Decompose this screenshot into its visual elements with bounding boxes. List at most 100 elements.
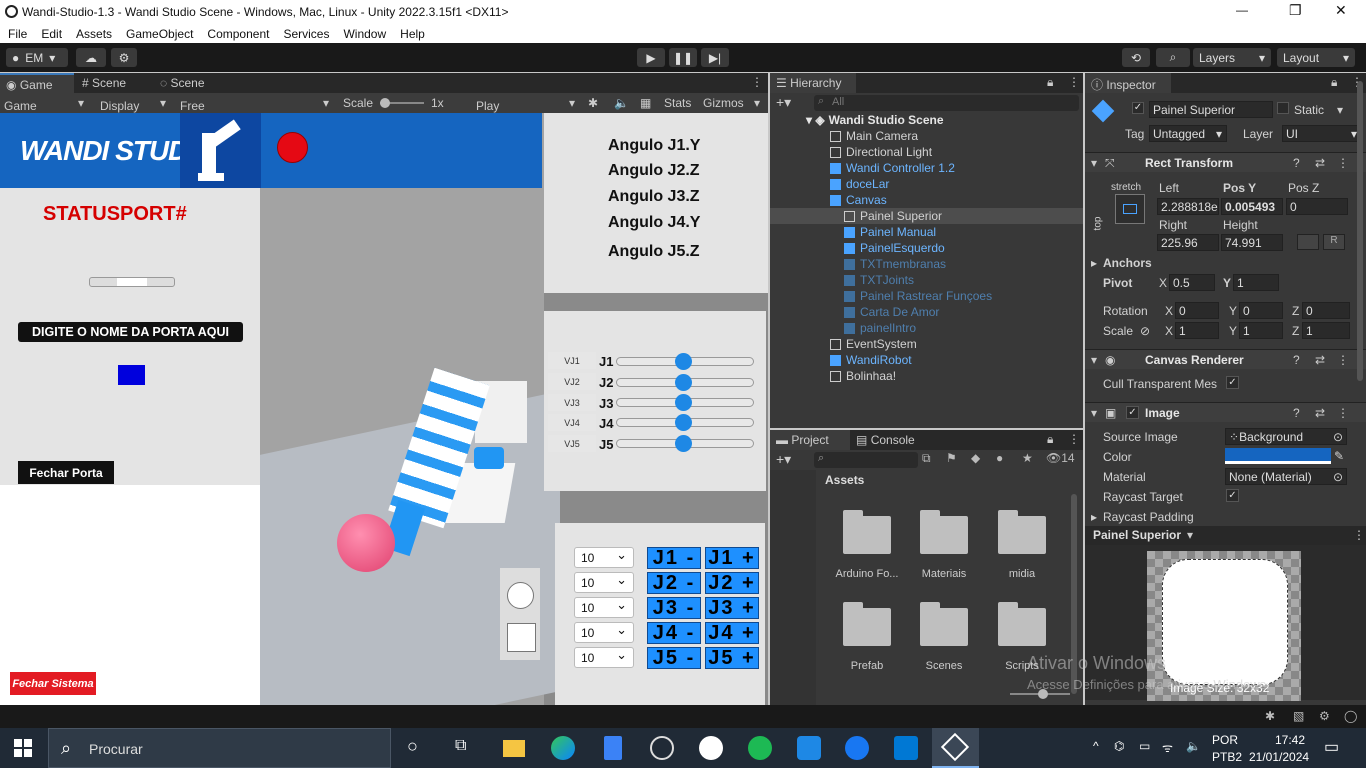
j4-minus-button[interactable]: J4 - xyxy=(647,622,701,644)
filter-icon[interactable]: ⧉ xyxy=(922,451,931,466)
image-enabled-checkbox[interactable]: ✓ xyxy=(1126,406,1139,419)
posy-field[interactable]: 0.005493 xyxy=(1221,198,1283,215)
scale-y-field[interactable]: 1 xyxy=(1239,322,1283,339)
folder-icon[interactable] xyxy=(843,602,891,646)
image-component-header[interactable]: ▾ ▣ ✓ Image ? ⇄ ⋮ xyxy=(1085,402,1366,422)
hierarchy-item[interactable]: Main Camera xyxy=(830,128,918,144)
slider-knob-j3[interactable] xyxy=(675,394,692,411)
stats-button[interactable]: Stats xyxy=(664,96,691,110)
folder-icon[interactable] xyxy=(843,510,891,554)
tab-project[interactable]: ▬ Project xyxy=(770,430,850,450)
volume-icon[interactable]: 🔈 xyxy=(1186,739,1201,753)
posz-field[interactable]: 0 xyxy=(1286,198,1348,215)
static-checkbox[interactable] xyxy=(1277,102,1289,114)
hierarchy-item[interactable]: Painel Rastrear Funçoes xyxy=(844,288,992,304)
scale-z-field[interactable]: 1 xyxy=(1302,322,1350,339)
audio-icon[interactable]: 🔈 xyxy=(614,96,629,110)
folder-icon[interactable] xyxy=(998,510,1046,554)
file-explorer-icon[interactable] xyxy=(503,740,525,757)
j2-plus-button[interactable]: J2 + xyxy=(705,572,759,594)
source-image-field[interactable]: ⁘Background xyxy=(1225,428,1347,445)
j2-minus-button[interactable]: J2 - xyxy=(647,572,701,594)
help-icon[interactable]: ? xyxy=(1293,156,1300,170)
slider-knob-j2[interactable] xyxy=(675,374,692,391)
j1-minus-button[interactable]: J1 - xyxy=(647,547,701,569)
j5-minus-button[interactable]: J5 - xyxy=(647,647,701,669)
hidden-count[interactable]: 👁︎14 xyxy=(1046,451,1075,465)
object-picker-icon[interactable]: ⊙ xyxy=(1333,430,1343,444)
minimize-button[interactable]: — xyxy=(1236,3,1248,17)
slider-knob-j4[interactable] xyxy=(675,414,692,431)
step-dropdown-j5[interactable]: 10 xyxy=(574,647,634,668)
hierarchy-item[interactable]: WandiRobot xyxy=(830,352,912,368)
rect-transform-header[interactable]: ▾ ⤧ Rect Transform ? ⇄ ⋮ xyxy=(1085,152,1366,172)
cortana-icon[interactable]: ○ xyxy=(407,736,418,757)
hierarchy-item[interactable]: Wandi Controller 1.2 xyxy=(830,160,955,176)
clock-date[interactable]: 21/01/2024 xyxy=(1249,750,1309,764)
whatsapp-icon[interactable] xyxy=(699,736,723,760)
object-name-field[interactable]: Painel Superior xyxy=(1149,101,1273,118)
step-dropdown-j4[interactable]: 10 xyxy=(574,622,634,643)
tab-console[interactable]: ▤ Console xyxy=(856,433,915,447)
hierarchy-item[interactable]: Carta De Amor xyxy=(844,304,939,320)
tab-game[interactable]: ◉ Game xyxy=(0,73,74,93)
hierarchy-item[interactable]: Bolinhaa! xyxy=(830,368,896,384)
folder-prefab[interactable]: Prefab xyxy=(827,660,907,672)
lang-secondary[interactable]: PTB2 xyxy=(1212,750,1242,764)
tab-scene[interactable]: # Scene xyxy=(82,76,126,90)
more-icon[interactable]: ⋮ xyxy=(1337,406,1349,420)
preview-header[interactable]: Painel Superior ▾ ⋮ xyxy=(1085,526,1366,545)
menu-services[interactable]: Services xyxy=(283,27,329,41)
folder-arduino[interactable]: Arduino Fo... xyxy=(827,568,907,580)
slider-knob-j5[interactable] xyxy=(675,435,692,452)
rotation-z-field[interactable]: 0 xyxy=(1302,302,1350,319)
more-icon[interactable]: ⋮ xyxy=(1068,432,1080,446)
folder-icon[interactable] xyxy=(920,510,968,554)
hierarchy-item[interactable]: TXTJoints xyxy=(844,272,914,288)
lang-primary[interactable]: POR xyxy=(1212,733,1238,747)
hierarchy-item[interactable]: TXTmembranas xyxy=(844,256,946,272)
folder-tree[interactable] xyxy=(770,470,816,705)
more-icon[interactable]: ⋮ xyxy=(1068,75,1080,89)
menu-file[interactable]: File xyxy=(8,27,27,41)
hierarchy-item[interactable]: doceLar xyxy=(830,176,889,192)
square-button[interactable] xyxy=(507,623,536,652)
warning-icon[interactable]: ● xyxy=(996,451,1003,465)
folder-midia[interactable]: midia xyxy=(982,568,1062,580)
blueprint-button[interactable] xyxy=(1297,234,1319,250)
preset-icon[interactable]: ⇄ xyxy=(1315,353,1325,367)
hierarchy-item[interactable]: Canvas xyxy=(830,192,887,208)
left-field[interactable]: 2.288818e xyxy=(1157,198,1219,215)
chevron-up-icon[interactable]: ^ xyxy=(1093,739,1099,753)
active-checkbox[interactable]: ✓ xyxy=(1132,102,1144,114)
inspector-scrollbar[interactable] xyxy=(1357,81,1363,381)
scale-x-field[interactable]: 1 xyxy=(1175,322,1219,339)
scale-knob[interactable] xyxy=(380,98,390,108)
cull-checkbox[interactable]: ✓ xyxy=(1226,376,1239,389)
lock-icon[interactable]: 🔒︎ xyxy=(1047,75,1053,90)
history-button[interactable]: ⟲ xyxy=(1122,48,1150,67)
folder-icon[interactable] xyxy=(998,602,1046,646)
layers-dropdown[interactable]: Layers ▾ xyxy=(1193,48,1271,67)
layer-dropdown[interactable]: UI ▾ xyxy=(1282,125,1362,142)
vscode-icon[interactable] xyxy=(894,736,918,760)
restore-button[interactable]: ❐ xyxy=(1289,2,1302,19)
bug-icon[interactable]: ✱ xyxy=(588,96,598,110)
anchor-preset-button[interactable] xyxy=(1115,194,1145,224)
color-swatch[interactable] xyxy=(1225,448,1331,464)
taskbar-search[interactable]: ⌕ Procurar xyxy=(48,728,391,768)
spotify-icon[interactable] xyxy=(748,736,772,760)
unity-taskbar-button[interactable] xyxy=(932,728,979,768)
notifications-icon[interactable]: ▭ xyxy=(1324,737,1339,757)
menu-help[interactable]: Help xyxy=(400,27,425,41)
hierarchy-item[interactable]: Directional Light xyxy=(830,144,932,160)
cache-icon[interactable]: ⚙ xyxy=(1319,709,1330,723)
material-field[interactable]: None (Material) xyxy=(1225,468,1347,485)
collab-button[interactable]: ⚙ xyxy=(111,48,137,67)
rotation-y-field[interactable]: 0 xyxy=(1239,302,1283,319)
tab-scene-2[interactable]: ◌ Scene xyxy=(160,76,205,90)
help-icon[interactable]: ? xyxy=(1293,406,1300,420)
tab-inspector[interactable]: ⓘ Inspector xyxy=(1085,73,1171,93)
tab-hierarchy[interactable]: ☰ Hierarchy xyxy=(770,73,856,93)
close-port-button[interactable]: Fechar Porta xyxy=(18,461,114,484)
